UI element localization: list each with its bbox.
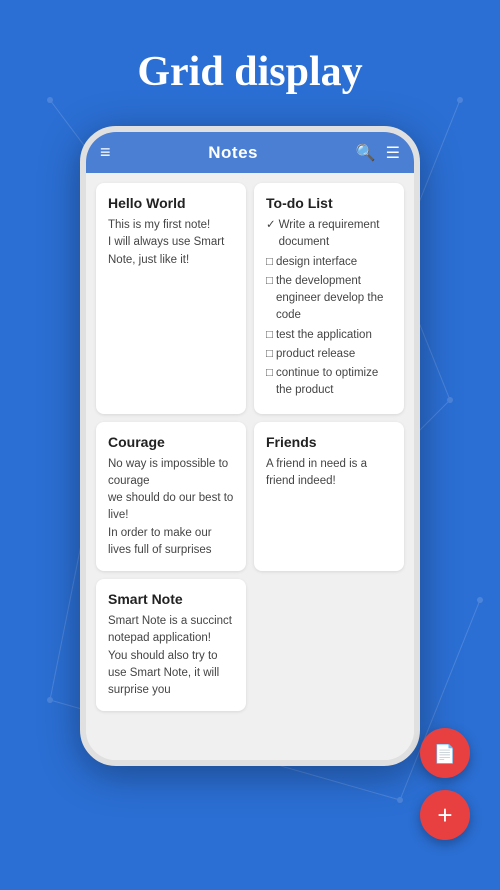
new-doc-button[interactable]	[420, 728, 470, 778]
note-todo-list[interactable]: To-do List ✓Write a requirement document…	[254, 183, 404, 414]
note-title: Hello World	[108, 195, 234, 211]
note-body: Smart Note is a succinct notepad applica…	[108, 613, 234, 699]
note-title: To-do List	[266, 195, 392, 211]
search-icon[interactable]: 🔍	[356, 143, 376, 163]
note-body: ✓Write a requirement document □design in…	[266, 217, 392, 400]
notes-grid: Hello World This is my first note!I will…	[86, 173, 414, 760]
note-body: A friend in need is a friend indeed!	[266, 456, 392, 491]
add-icon	[437, 800, 452, 831]
app-toolbar: ≡ Notes 🔍 ☰	[86, 132, 414, 173]
doc-icon	[434, 740, 456, 766]
note-body: No way is impossible to couragewe should…	[108, 456, 234, 560]
note-title: Courage	[108, 434, 234, 450]
add-note-button[interactable]	[420, 790, 470, 840]
toolbar-actions: 🔍 ☰	[356, 143, 400, 163]
phone-mockup: ≡ Notes 🔍 ☰ Hello World This is my first…	[0, 126, 500, 766]
note-title: Smart Note	[108, 591, 234, 607]
note-body: This is my first note!I will always use …	[108, 217, 234, 269]
filter-icon[interactable]: ☰	[386, 143, 400, 163]
fab-container	[420, 728, 470, 840]
menu-icon[interactable]: ≡	[100, 142, 111, 163]
note-courage[interactable]: Courage No way is impossible to couragew…	[96, 422, 246, 572]
note-friends[interactable]: Friends A friend in need is a friend ind…	[254, 422, 404, 572]
page-title: Grid display	[0, 0, 500, 126]
phone-frame: ≡ Notes 🔍 ☰ Hello World This is my first…	[80, 126, 420, 766]
note-smart-note[interactable]: Smart Note Smart Note is a succinct note…	[96, 579, 246, 711]
note-hello-world[interactable]: Hello World This is my first note!I will…	[96, 183, 246, 414]
toolbar-title: Notes	[121, 143, 346, 163]
note-title: Friends	[266, 434, 392, 450]
